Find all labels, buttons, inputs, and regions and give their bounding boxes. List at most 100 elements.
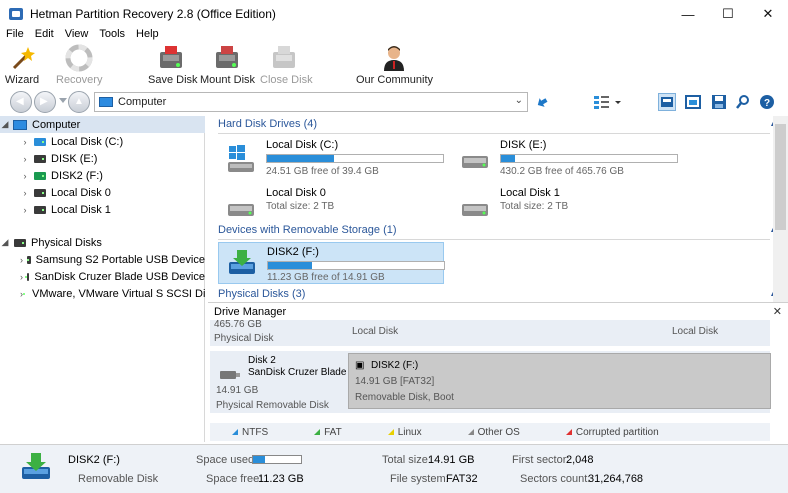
menu-view[interactable]: View (59, 26, 94, 42)
mount-disk-icon (213, 44, 241, 72)
disk-icon (34, 188, 46, 197)
menu-file[interactable]: File (0, 26, 29, 42)
drive-manager: Drive Manager ✕ 465.76 GB Physical Disk … (208, 302, 788, 442)
minimize-button[interactable]: — (668, 0, 708, 28)
vertical-scrollbar[interactable] (773, 116, 788, 302)
drive-local-disk-c[interactable]: Local Disk (C:) 24.51 GB free of 39.4 GB (218, 136, 444, 178)
tree-label: DISK2 (F:) (51, 169, 103, 182)
mount-disk-button[interactable]: Mount Disk (200, 42, 255, 88)
legend-linux: Linux (387, 427, 422, 438)
dm-disk-row-1[interactable]: 465.76 GB Physical Disk Local Disk Local… (210, 319, 770, 346)
tree-item-local-disk-0[interactable]: › Local Disk 0 (0, 184, 205, 201)
expand-arrow-icon[interactable]: › (20, 171, 30, 181)
forward-button[interactable]: ▶ (34, 91, 56, 113)
tree-computer[interactable]: ◢ Computer (0, 116, 205, 133)
tree-item-samsung[interactable]: › Samsung S2 Portable USB Device (0, 251, 205, 268)
expand-arrow-icon[interactable]: › (20, 205, 30, 215)
drives-panel: Hard Disk Drives (4) ▲ Local Disk (C:) 2… (208, 116, 788, 304)
drive-local-disk-0[interactable]: Local Disk 0 Total size: 2 TB (218, 184, 444, 226)
history-dropdown-icon[interactable] (59, 98, 67, 103)
usb-drive-icon (220, 369, 240, 384)
tree-physical-disks[interactable]: ◢ Physical Disks (0, 234, 205, 251)
up-button[interactable]: ▲ (68, 91, 90, 113)
drive-usage-fill (268, 262, 312, 269)
wizard-label: Wizard (4, 74, 40, 86)
toolbar: Wizard Recovery Save Disk Mount Disk Clo… (0, 42, 788, 88)
status-space-used-label: Space used: (196, 454, 258, 466)
wizard-wand-icon (8, 44, 36, 72)
search-icon[interactable] (734, 93, 752, 111)
drive-manager-close-icon[interactable]: ✕ (773, 305, 782, 318)
community-person-icon (380, 44, 408, 72)
drive-local-disk-1[interactable]: Local Disk 1 Total size: 2 TB (452, 184, 678, 226)
expand-arrow-icon[interactable]: › (20, 188, 30, 198)
drive-disk-e[interactable]: DISK (E:) 430.2 GB free of 465.76 GB (452, 136, 678, 178)
legend-fat: FAT (314, 427, 342, 438)
expand-arrow-icon[interactable]: › (20, 154, 30, 164)
disk-icon (25, 272, 30, 281)
wizard-button[interactable]: Wizard (4, 42, 40, 88)
drive-info: Total size: 2 TB (266, 201, 335, 212)
dm-disk-number: Disk 2 (248, 355, 276, 366)
tree-item-local-disk-1[interactable]: › Local Disk 1 (0, 201, 205, 218)
section-removable-storage[interactable]: Devices with Removable Storage (1) ▲ (218, 224, 778, 240)
expand-arrow-icon[interactable]: › (20, 272, 23, 282)
status-space-free: 11.23 GB (258, 473, 304, 485)
tree-label: Computer (32, 118, 81, 131)
expand-arrow-icon[interactable]: › (20, 137, 30, 147)
section-title: Hard Disk Drives (4) (218, 118, 318, 130)
status-space-used-fill (253, 456, 265, 463)
status-total: 14.91 GB (428, 454, 475, 466)
address-input[interactable]: Computer ⌄ (94, 92, 528, 112)
status-total-label: Total size: (382, 454, 431, 466)
menu-tools[interactable]: Tools (93, 26, 130, 42)
dm-disk-row-2[interactable]: Disk 2 SanDisk Cruzer Blade 14.91 GB Phy… (210, 351, 771, 413)
tree-item-sandisk[interactable]: › SanDisk Cruzer Blade USB Device (0, 268, 205, 285)
removable-disk-icon (227, 248, 257, 274)
folder-tree: ◢ Computer › Local Disk (C:) › DISK (E:)… (0, 116, 205, 442)
refresh-icon[interactable] (534, 93, 552, 111)
save-icon[interactable] (710, 93, 728, 111)
drive-usage-fill (267, 155, 334, 162)
status-sectors: 31,264,768 (588, 473, 644, 485)
drive-name: Local Disk (C:) (266, 139, 339, 151)
tree-item-vmware[interactable]: › VMware, VMware Virtual S SCSI Di (0, 285, 205, 302)
expand-arrow-icon[interactable]: › (20, 255, 23, 265)
help-icon[interactable]: ? (758, 93, 776, 111)
collapse-arrow-icon[interactable]: ◢ (0, 119, 10, 130)
tree-item-local-disk-c[interactable]: › Local Disk (C:) (0, 133, 205, 150)
collapse-arrow-icon[interactable]: ◢ (0, 237, 10, 248)
recovery-label: Recovery (56, 74, 103, 86)
close-disk-button[interactable]: Close Disk (260, 42, 313, 88)
section-hard-disk-drives[interactable]: Hard Disk Drives (4) ▲ (218, 118, 778, 134)
disk-icon (226, 192, 256, 216)
menu-edit[interactable]: Edit (29, 26, 59, 42)
tree-item-disk-e[interactable]: › DISK (E:) (0, 150, 205, 167)
preview-icon[interactable] (684, 93, 702, 111)
tree-item-disk2-f[interactable]: › DISK2 (F:) (0, 167, 205, 184)
maximize-button[interactable]: ☐ (708, 0, 748, 28)
save-disk-button[interactable]: Save Disk (148, 42, 198, 88)
drive-usage-bar (500, 154, 678, 163)
drive-info: 430.2 GB free of 465.76 GB (500, 166, 624, 177)
drive-usage-bar (267, 261, 445, 270)
recovery-button[interactable]: Recovery (56, 42, 102, 88)
windows-disk-icon (226, 144, 256, 172)
disk-icon (34, 154, 46, 163)
address-dropdown-icon[interactable]: ⌄ (515, 95, 523, 106)
menu-help[interactable]: Help (130, 26, 164, 42)
dm-partition-disk2-f[interactable]: ▣ DISK2 (F:) 14.91 GB [FAT32] Removable … (348, 353, 771, 409)
drive-disk2-f[interactable]: DISK2 (F:) 11.23 GB free of 14.91 GB (218, 242, 445, 284)
status-sectors-label: Sectors count: (520, 473, 591, 485)
removable-disk-icon (20, 451, 52, 483)
view-mode-icon[interactable] (592, 93, 622, 111)
back-button[interactable]: ◀ (10, 91, 32, 113)
drive-manager-icon[interactable] (658, 93, 676, 111)
dm-partition-label: Local Disk (352, 326, 399, 337)
disk-icon (460, 144, 490, 168)
our-community-button[interactable]: Our Community (356, 42, 433, 88)
drive-info: 11.23 GB free of 14.91 GB (267, 272, 385, 283)
scrollbar-thumb[interactable] (775, 124, 786, 230)
dm-disk-type: Physical Disk (214, 333, 274, 344)
close-button[interactable]: ✕ (748, 0, 788, 28)
